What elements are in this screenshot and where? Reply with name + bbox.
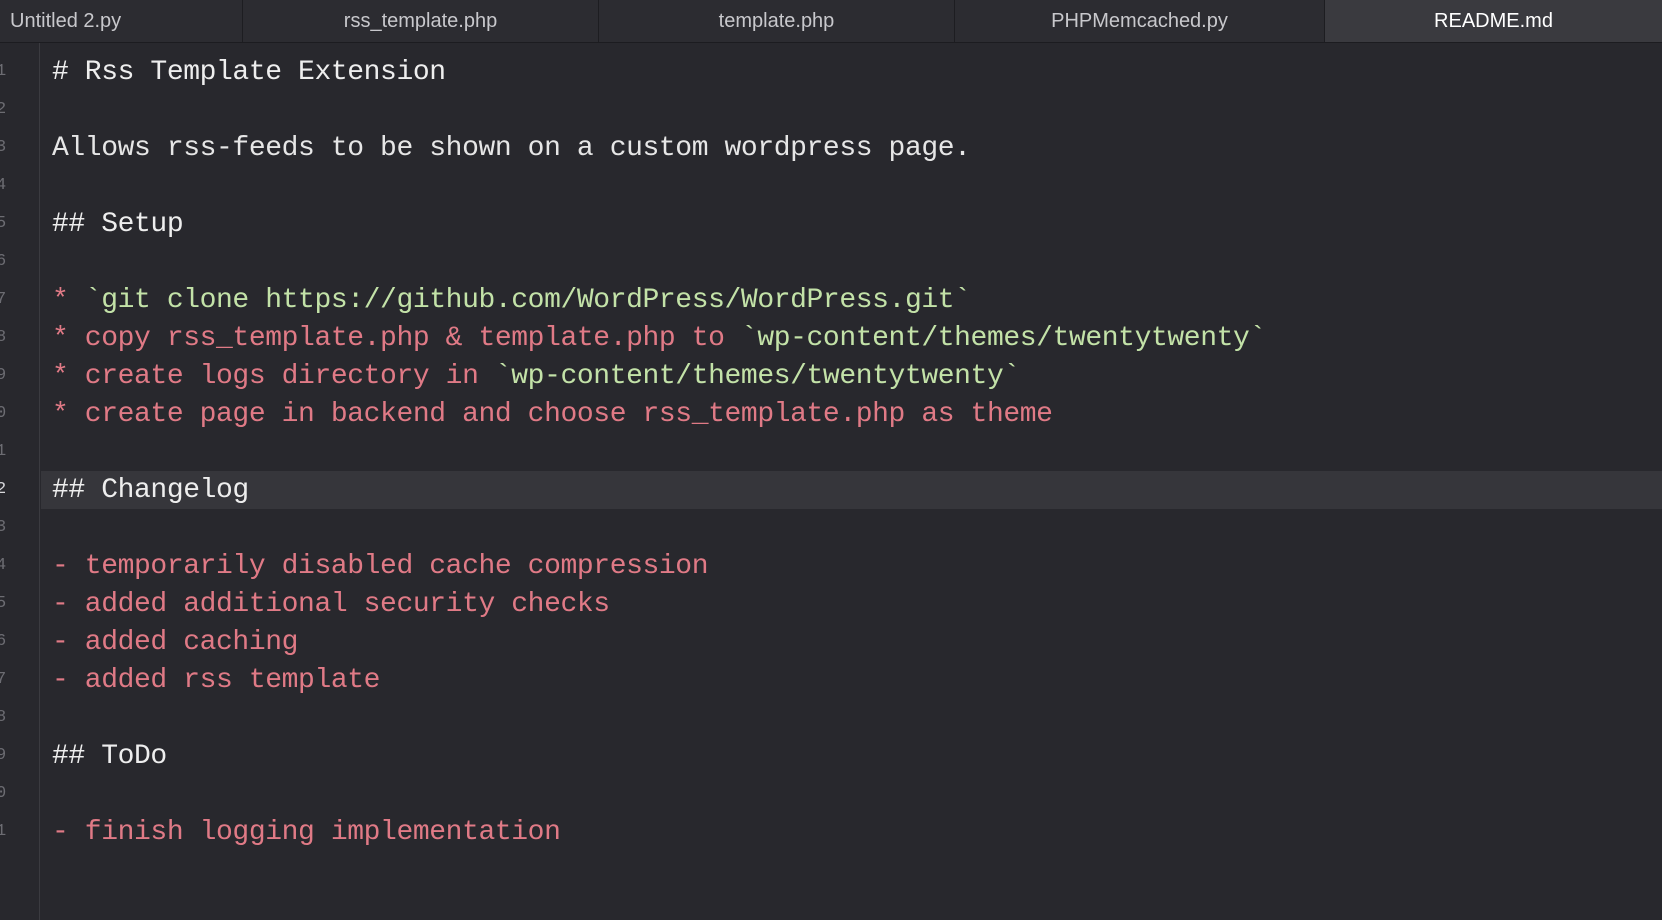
inline-code: `wp-content/themes/twentytwenty` — [494, 361, 1020, 392]
line-number: 6 — [0, 252, 7, 271]
line-number: 1 — [0, 442, 7, 461]
bullet-marker: * — [52, 285, 85, 316]
todo-item: - finish logging implementation — [52, 817, 561, 848]
heading-changelog: ## Changelog — [52, 475, 249, 506]
description-line: Allows rss-feeds to be shown on a custom… — [52, 133, 971, 164]
changelog-item: - added additional security checks — [52, 589, 610, 620]
list-text: * create logs directory in — [52, 361, 495, 392]
line-number: 7 — [0, 670, 7, 689]
setup-item-copy: * copy rss_template.php & template.php t… — [52, 320, 1266, 358]
line-number: 3 — [0, 138, 7, 157]
line-number: 5 — [0, 214, 7, 233]
changelog-item: - added caching — [52, 627, 299, 658]
line-number: 3 — [0, 518, 7, 537]
setup-item-logs: * create logs directory in `wp-content/t… — [52, 358, 1020, 396]
tab-template-php[interactable]: template.php — [599, 0, 955, 42]
tab-bar: Untitled 2.py rss_template.php template.… — [0, 0, 1662, 43]
changelog-item: - temporarily disabled cache compression — [52, 551, 709, 582]
editor-window: Untitled 2.py rss_template.php template.… — [0, 0, 1662, 920]
tab-untitled-2-py[interactable]: Untitled 2.py — [0, 0, 243, 42]
line-number: 7 — [0, 290, 7, 309]
line-number: 1 — [0, 822, 7, 841]
line-number-current: 2 — [0, 480, 7, 499]
tab-phpmemcached-py[interactable]: PHPMemcached.py — [955, 0, 1325, 42]
tab-rss-template-php[interactable]: rss_template.php — [243, 0, 599, 42]
line-number: 8 — [0, 328, 7, 347]
heading-todo: ## ToDo — [52, 741, 167, 772]
setup-item-page: * create page in backend and choose rss_… — [52, 399, 1053, 430]
changelog-item: - added rss template — [52, 665, 381, 696]
inline-code: `wp-content/themes/twentytwenty` — [740, 323, 1266, 354]
inline-code: `git clone https://github.com/WordPress/… — [84, 285, 971, 316]
line-number: 4 — [0, 556, 7, 575]
line-number: 5 — [0, 594, 7, 613]
heading-setup: ## Setup — [52, 209, 184, 240]
line-number: 2 — [0, 100, 7, 119]
line-number: 1 — [0, 62, 7, 81]
tab-readme-md[interactable]: README.md — [1325, 0, 1662, 42]
line-number: 8 — [0, 708, 7, 727]
line-number: 6 — [0, 632, 7, 651]
line-number-gutter: 1 2 3 4 5 6 7 8 9 0 1 2 3 4 5 6 7 8 9 0 … — [0, 43, 40, 920]
list-text: * copy rss_template.php & template.php t… — [52, 323, 741, 354]
heading-title: # Rss Template Extension — [52, 57, 446, 88]
line-number: 9 — [0, 746, 7, 765]
line-number: 0 — [0, 404, 7, 423]
current-line-highlight — [41, 471, 1662, 509]
setup-item-clone: * `git clone https://github.com/WordPres… — [52, 282, 971, 320]
line-number: 4 — [0, 176, 7, 195]
line-number: 9 — [0, 366, 7, 385]
line-number: 0 — [0, 784, 7, 803]
